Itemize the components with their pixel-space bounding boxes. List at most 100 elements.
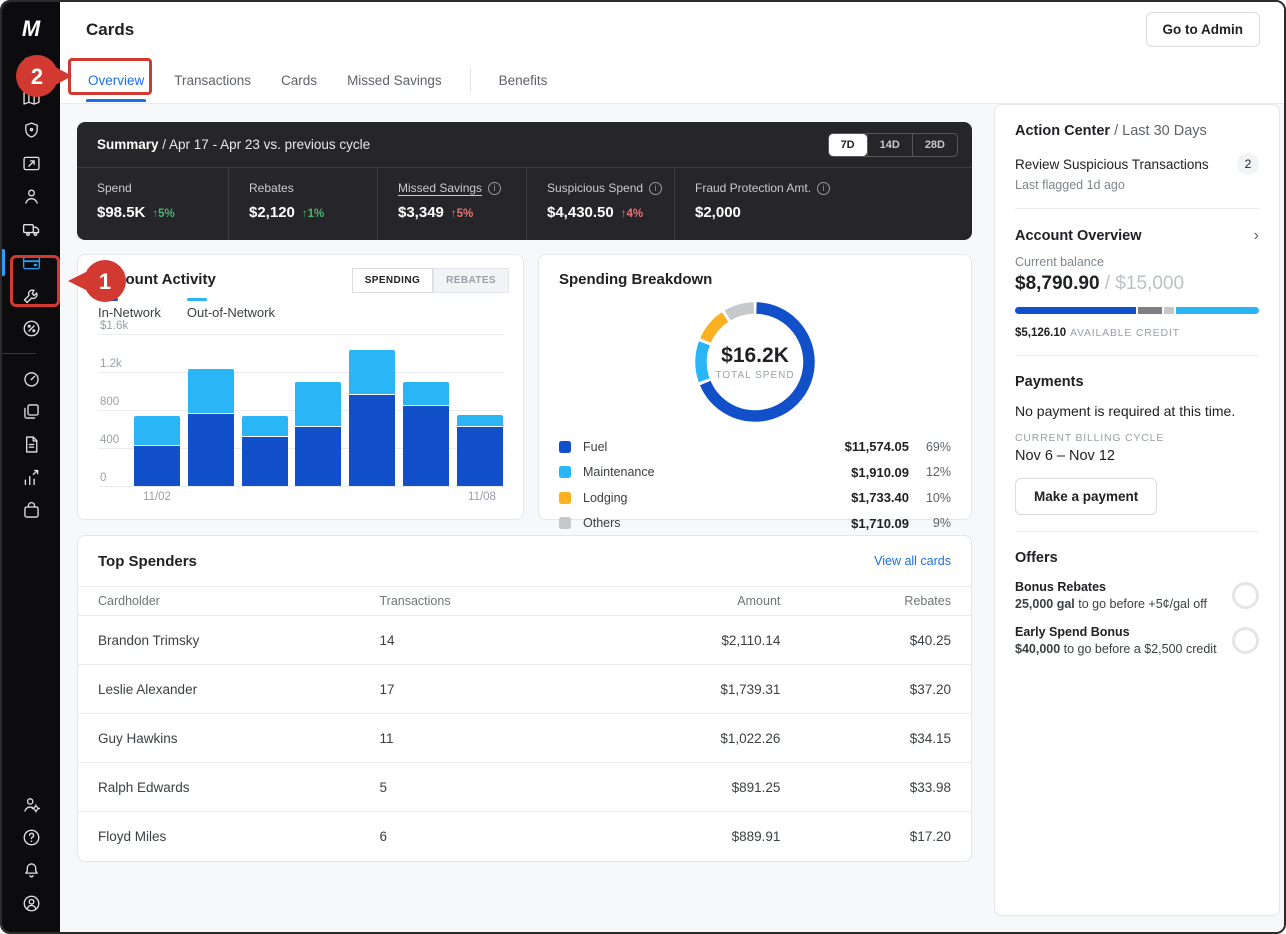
top-bar: Cards Go to Admin xyxy=(60,2,1284,57)
sidebar-item-overlap-squares[interactable] xyxy=(2,395,60,428)
available-credit-value: $5,126.10 xyxy=(1015,327,1066,339)
chevron-right-icon[interactable]: › xyxy=(1254,227,1259,245)
right-panel: Action Center / Last 30 Days Review Susp… xyxy=(994,104,1280,916)
breakdown-label: Others xyxy=(583,516,851,530)
breakdown-value: $11,574.05 xyxy=(845,439,909,454)
tab-missed-savings[interactable]: Missed Savings xyxy=(345,59,444,102)
cell-rebates: $34.15 xyxy=(780,731,951,746)
sidebar-item-fleet[interactable] xyxy=(2,213,60,246)
donut-total-value: $16.2K xyxy=(721,344,789,368)
breakdown-row-maintenance: Maintenance$1,910.0912% xyxy=(559,460,951,486)
info-icon[interactable]: i xyxy=(488,182,501,195)
sidebar-item-media[interactable] xyxy=(2,147,60,180)
sidebar-item-help[interactable] xyxy=(2,821,60,854)
summary-title-bold: Summary xyxy=(97,137,159,152)
donut-total-label: TOTAL SPEND xyxy=(715,370,794,381)
sidebar-item-dashboard[interactable] xyxy=(2,48,60,81)
metric-delta: ↑5% xyxy=(451,208,473,220)
sidebar-item-wrench[interactable] xyxy=(2,279,60,312)
document-icon xyxy=(21,434,42,455)
summary-title-rest: / Apr 17 - Apr 23 vs. previous cycle xyxy=(159,137,371,152)
sidebar-item-gauge[interactable] xyxy=(2,362,60,395)
cell-cardholder: Floyd Miles xyxy=(98,829,379,844)
progress-segment xyxy=(1176,307,1259,314)
summary-metrics: Spend$98.5K↑5%Rebates$2,120↑1%Missed Sav… xyxy=(77,168,972,240)
metric-delta: ↑5% xyxy=(152,208,174,220)
sidebar-item-person[interactable] xyxy=(2,180,60,213)
metric-label: Spend xyxy=(97,181,132,195)
table-row[interactable]: Ralph Edwards5$891.25$33.98 xyxy=(78,763,971,812)
sidebar-item-card[interactable] xyxy=(2,246,60,279)
y-tick-label: 800 xyxy=(100,396,119,408)
balance-line: $8,790.90 / $15,000 xyxy=(1015,273,1259,295)
sidebar-item-bag[interactable] xyxy=(2,494,60,527)
tab-cards[interactable]: Cards xyxy=(279,59,319,102)
cell-rebates: $37.20 xyxy=(780,682,951,697)
bar-11/08 xyxy=(457,415,503,486)
tab-overview[interactable]: Overview xyxy=(86,59,146,102)
offer-text: Early Spend Bonus$40,000 to go before a … xyxy=(1015,625,1217,656)
progress-segment xyxy=(1164,307,1174,314)
range-button-14d[interactable]: 14D xyxy=(867,134,912,156)
spending-breakdown-card: Spending Breakdown $16.2K TOTAL SPEND Fu… xyxy=(538,254,972,520)
make-payment-button[interactable]: Make a payment xyxy=(1015,478,1157,515)
view-all-cards-link[interactable]: View all cards xyxy=(874,554,951,568)
bar-segment-out-of-network xyxy=(349,350,395,395)
offer-progress-ring xyxy=(1232,627,1259,654)
review-suspicious-row[interactable]: Review Suspicious Transactions 2 xyxy=(1015,153,1259,175)
breakdown-swatch xyxy=(559,492,571,504)
summary-card: Summary / Apr 17 - Apr 23 vs. previous c… xyxy=(77,122,972,240)
info-icon[interactable]: i xyxy=(817,182,830,195)
account-overview-row[interactable]: Account Overview › xyxy=(1015,227,1259,245)
cell-transactions: 17 xyxy=(379,682,567,697)
breakdown-label: Fuel xyxy=(583,440,845,454)
sidebar-item-bell[interactable] xyxy=(2,854,60,887)
billing-cycle-value: Nov 6 – Nov 12 xyxy=(1015,448,1259,464)
bar-segment-in-network xyxy=(403,406,449,486)
toggle-spending[interactable]: SPENDING xyxy=(352,268,433,293)
table-row[interactable]: Leslie Alexander17$1,739.31$37.20 xyxy=(78,665,971,714)
app-window: M Cards Go to Admin OverviewTransactions… xyxy=(0,0,1286,934)
sidebar-item-account[interactable] xyxy=(2,887,60,920)
action-center-title: Action Center / Last 30 Days xyxy=(1015,123,1259,139)
range-button-28d[interactable]: 28D xyxy=(912,134,957,156)
info-icon[interactable]: i xyxy=(649,182,662,195)
bar-segment-in-network xyxy=(242,437,288,486)
table-row[interactable]: Brandon Trimsky14$2,110.14$40.25 xyxy=(78,616,971,665)
table-row[interactable]: Guy Hawkins11$1,022.26$34.15 xyxy=(78,714,971,763)
cell-cardholder: Ralph Edwards xyxy=(98,780,379,795)
sidebar-item-map[interactable] xyxy=(2,81,60,114)
sidebar-item-user-settings[interactable] xyxy=(2,788,60,821)
tab-transactions[interactable]: Transactions xyxy=(172,59,253,102)
tab-benefits[interactable]: Benefits xyxy=(497,59,550,102)
credit-progress-bar xyxy=(1015,307,1259,314)
spending-breakdown-title: Spending Breakdown xyxy=(559,271,951,288)
sidebar-nav xyxy=(2,48,60,527)
y-tick-label: $1.6k xyxy=(100,320,128,332)
range-button-7d[interactable]: 7D xyxy=(829,134,867,156)
cell-amount: $891.25 xyxy=(567,780,780,795)
toggle-rebates[interactable]: REBATES xyxy=(433,268,509,293)
breakdown-swatch xyxy=(559,441,571,453)
content-row: Summary / Apr 17 - Apr 23 vs. previous c… xyxy=(60,104,1284,932)
action-center-section: Action Center / Last 30 Days Review Susp… xyxy=(1015,105,1259,209)
metric-label[interactable]: Missed Savings xyxy=(398,181,482,195)
go-to-admin-button[interactable]: Go to Admin xyxy=(1146,12,1261,47)
bag-icon xyxy=(21,500,42,521)
metric-delta: ↑4% xyxy=(621,208,643,220)
main-area: Cards Go to Admin OverviewTransactionsCa… xyxy=(60,2,1284,932)
fleet-icon xyxy=(21,219,42,240)
card-icon xyxy=(21,252,42,273)
sidebar-item-analytics[interactable] xyxy=(2,461,60,494)
map-icon xyxy=(21,87,42,108)
bar-segment-out-of-network xyxy=(403,382,449,407)
sidebar-item-discounts[interactable] xyxy=(2,312,60,345)
bar-segment-in-network xyxy=(295,427,341,486)
col-amount: Amount xyxy=(567,594,780,608)
table-row[interactable]: Floyd Miles6$889.91$17.20 xyxy=(78,812,971,861)
sidebar-item-document[interactable] xyxy=(2,428,60,461)
sidebar-item-shield[interactable] xyxy=(2,114,60,147)
metric-delta: ↑1% xyxy=(302,208,324,220)
breakdown-label: Lodging xyxy=(583,491,851,505)
metric-fraud-protection-amt: Fraud Protection Amt.i$2,000 xyxy=(674,168,972,240)
